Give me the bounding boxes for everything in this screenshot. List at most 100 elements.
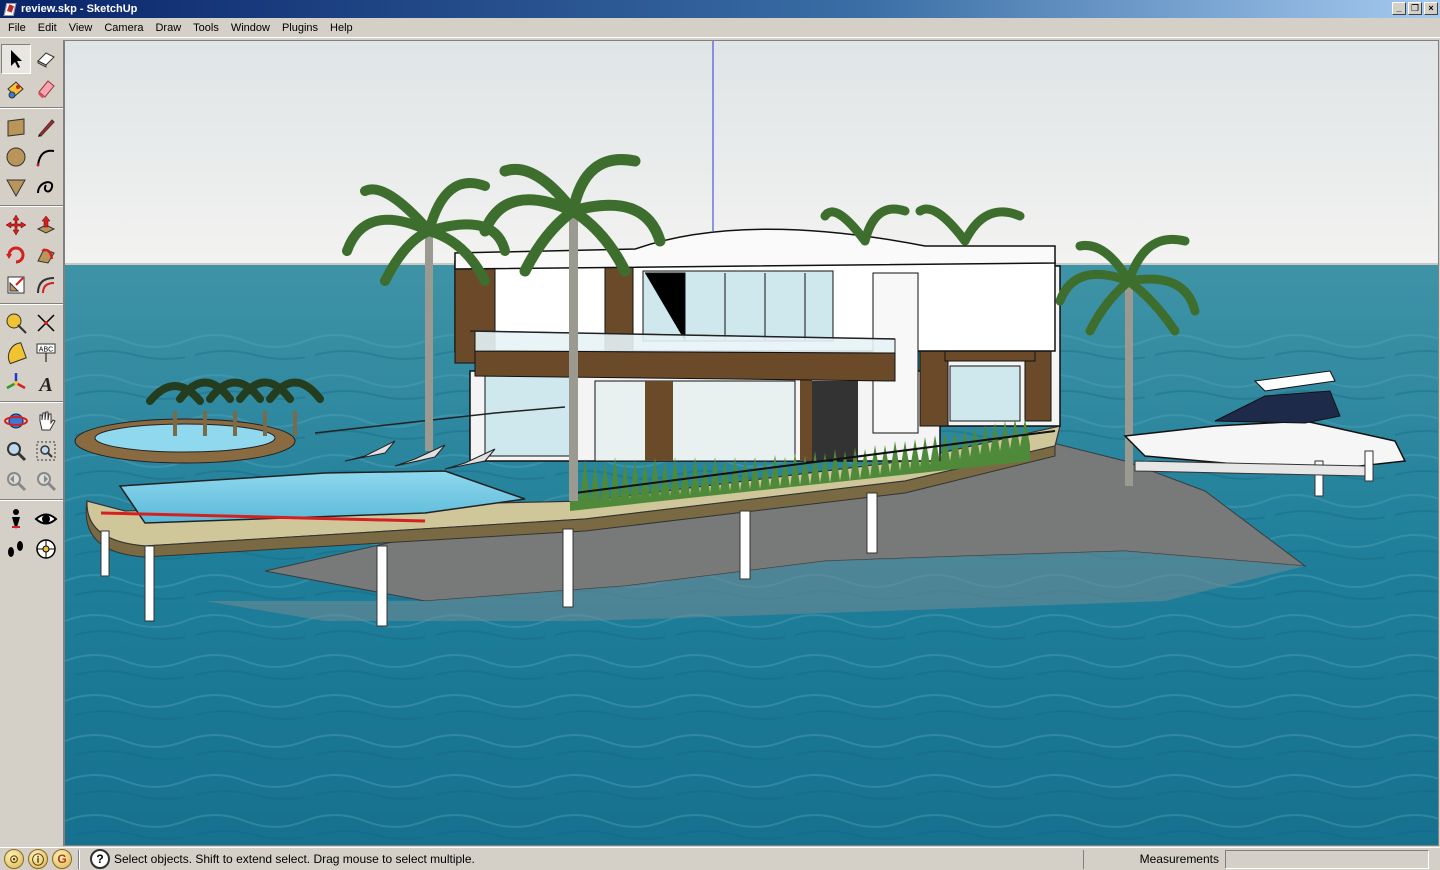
component-box-icon	[37, 52, 55, 68]
status-message: Select objects. Shift to extend select. …	[114, 852, 475, 866]
push-pull-icon	[36, 215, 56, 234]
follow-me-tool[interactable]	[31, 240, 61, 270]
previous-view-tool[interactable]	[1, 466, 31, 496]
pan-tool[interactable]	[31, 406, 61, 436]
jacuzzi-water	[94, 423, 276, 453]
menu-view[interactable]: View	[63, 20, 99, 36]
walk-tool[interactable]	[1, 534, 31, 564]
sketchup-app-icon	[3, 2, 17, 16]
status-bar: ⊙ ⓘ G ? Select objects. Shift to extend …	[0, 847, 1440, 870]
title-bar: review.skp - SketchUp _ ❐ ×	[0, 0, 1440, 18]
eraser-icon	[38, 80, 55, 98]
help-icon[interactable]: ?	[90, 849, 110, 869]
follow-me-icon	[37, 248, 55, 264]
tape-measure-icon	[6, 313, 27, 334]
circle-tool[interactable]	[1, 142, 31, 172]
pencil-icon	[38, 119, 55, 137]
menu-help[interactable]: Help	[324, 20, 359, 36]
rectangle-tool[interactable]	[1, 112, 31, 142]
status-divider	[78, 849, 80, 869]
geo-location-icon[interactable]: ⊙	[4, 849, 24, 869]
3d-text-icon: A	[37, 374, 52, 395]
circle-icon	[6, 147, 26, 167]
zoom-tool[interactable]	[1, 436, 31, 466]
scale-tool[interactable]	[1, 270, 31, 300]
move-arrows-icon	[5, 214, 27, 236]
measurements-input[interactable]	[1225, 849, 1429, 869]
person-pin-icon	[12, 509, 20, 529]
polygon-icon	[6, 179, 26, 198]
restore-button[interactable]: ❐	[1408, 2, 1422, 15]
arrow-cursor-icon	[11, 50, 22, 68]
text-tool-label: ABC	[39, 347, 53, 354]
rotate-icon	[6, 246, 25, 264]
menu-edit[interactable]: Edit	[32, 20, 63, 36]
paint-bucket-icon	[7, 81, 24, 99]
protractor-icon	[7, 342, 27, 365]
arc-icon	[36, 149, 55, 167]
credits-icon[interactable]: ⓘ	[28, 849, 48, 869]
large-tool-set-toolbar: ABC A	[0, 40, 64, 846]
previous-view-icon	[7, 472, 27, 492]
next-view-icon	[37, 472, 57, 492]
tool-group-camera	[0, 402, 63, 500]
section-plane-tool[interactable]	[31, 534, 61, 564]
polygon-tool[interactable]	[1, 172, 31, 202]
offset-icon	[37, 277, 55, 294]
menu-file[interactable]: File	[2, 20, 32, 36]
window-controls: _ ❐ ×	[1392, 2, 1438, 15]
tool-group-modification	[0, 206, 63, 304]
eraser-tool[interactable]	[31, 74, 61, 104]
window-title: review.skp - SketchUp	[21, 3, 138, 15]
dimension-tool[interactable]	[31, 308, 61, 338]
menu-window[interactable]: Window	[225, 20, 276, 36]
tool-group-drawing	[0, 108, 63, 206]
google-signin-icon[interactable]: G	[52, 849, 72, 869]
zoom-window-tool[interactable]	[31, 436, 61, 466]
freehand-tool[interactable]	[31, 172, 61, 202]
look-around-tool[interactable]	[31, 504, 61, 534]
move-tool[interactable]	[1, 210, 31, 240]
rectangle-icon	[7, 118, 25, 137]
text-tool[interactable]: ABC	[31, 338, 61, 368]
protractor-tool[interactable]	[1, 338, 31, 368]
menu-tools[interactable]: Tools	[187, 20, 225, 36]
next-view-tool[interactable]	[31, 466, 61, 496]
house	[454, 228, 1061, 462]
3d-text-tool-label: A	[37, 374, 52, 395]
select-tool[interactable]	[1, 44, 31, 74]
position-camera-tool[interactable]	[1, 504, 31, 534]
eye-icon	[34, 513, 58, 525]
paint-bucket-tool[interactable]	[1, 74, 31, 104]
close-button[interactable]: ×	[1424, 2, 1438, 15]
3d-text-tool[interactable]: A	[31, 368, 61, 398]
menu-plugins[interactable]: Plugins	[276, 20, 324, 36]
zoom-window-icon	[36, 441, 56, 461]
axes-tool[interactable]	[1, 368, 31, 398]
line-tool[interactable]	[31, 112, 61, 142]
push-pull-tool[interactable]	[31, 210, 61, 240]
3d-model-viewport[interactable]	[64, 40, 1439, 846]
make-component-tool[interactable]	[31, 44, 61, 74]
rotate-tool[interactable]	[1, 240, 31, 270]
menu-draw[interactable]: Draw	[149, 20, 187, 36]
magnifier-icon	[7, 442, 27, 462]
tape-measure-tool[interactable]	[1, 308, 31, 338]
section-plane-icon	[36, 539, 56, 559]
dimension-icon	[37, 314, 55, 332]
freehand-icon	[37, 181, 54, 194]
arc-tool[interactable]	[31, 142, 61, 172]
scale-icon	[7, 276, 25, 294]
text-label-icon: ABC	[36, 343, 56, 362]
tool-group-principal	[0, 40, 63, 108]
tool-group-construction: ABC A	[0, 304, 63, 402]
hand-icon	[39, 411, 56, 431]
footprints-icon	[8, 541, 23, 557]
offset-tool[interactable]	[31, 270, 61, 300]
menu-camera[interactable]: Camera	[98, 20, 149, 36]
orbit-tool[interactable]	[1, 406, 31, 436]
tool-group-walkthrough	[0, 500, 63, 567]
axes-icon	[6, 373, 26, 390]
minimize-button[interactable]: _	[1392, 2, 1406, 15]
menu-bar: File Edit View Camera Draw Tools Window …	[0, 18, 1440, 38]
